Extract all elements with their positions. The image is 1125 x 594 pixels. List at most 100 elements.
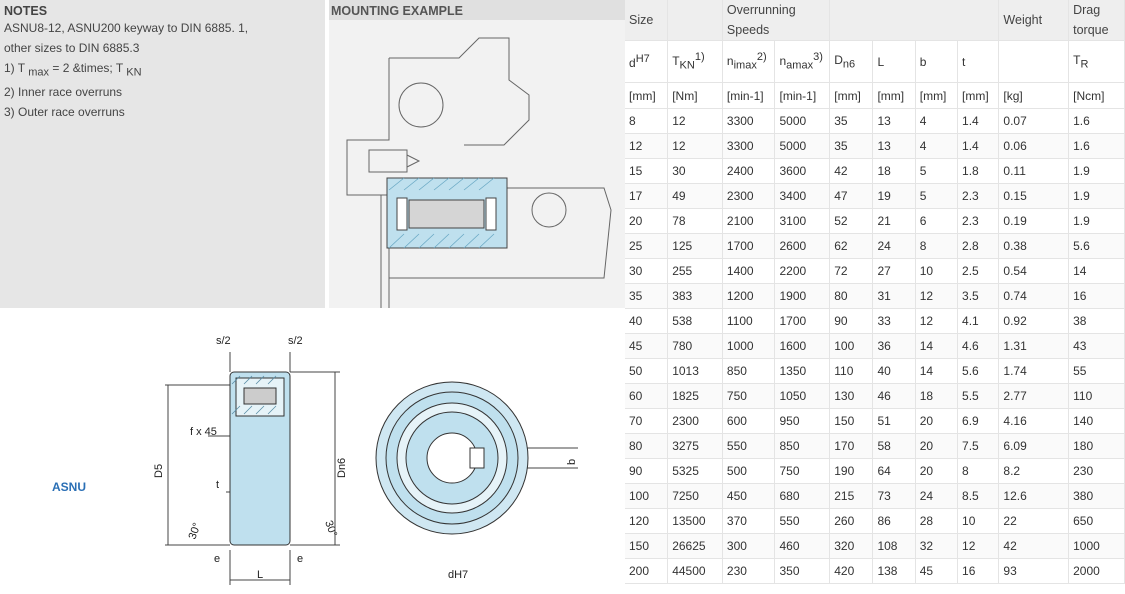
table-cell: 3300 — [722, 108, 776, 134]
unit-cell: [min-1] — [722, 82, 776, 109]
table-cell: 5.5 — [957, 383, 1000, 409]
table-cell: 3400 — [774, 183, 831, 209]
table-cell: 2000 — [1068, 558, 1125, 584]
table-cell: 230 — [1068, 458, 1125, 484]
table-cell: 550 — [774, 508, 831, 534]
table-cell: 12 — [915, 283, 959, 309]
table-cell: 1200 — [722, 283, 776, 309]
L-label: L — [257, 569, 263, 581]
table-cell: 110 — [829, 358, 874, 384]
table-cell: 12 — [667, 108, 723, 134]
table-cell: 550 — [722, 433, 776, 459]
table-cell: 350 — [774, 558, 831, 584]
table-cell: 50 — [625, 358, 669, 384]
table-cell: 73 — [872, 483, 916, 509]
table-cell: 17 — [625, 183, 669, 209]
table-cell: 4.16 — [998, 408, 1070, 434]
table-cell: 31 — [872, 283, 916, 309]
table-cell: 1.6 — [1068, 133, 1125, 159]
table-cell: 1.6 — [1068, 108, 1125, 134]
table-cell: 0.92 — [998, 308, 1070, 334]
table-cell: 49 — [667, 183, 723, 209]
table-cell: 12 — [915, 308, 959, 334]
table-cell: 5 — [915, 183, 959, 209]
table-cell: 320 — [829, 533, 874, 559]
table-cell: 8 — [915, 233, 959, 259]
table-cell: 1700 — [722, 233, 776, 259]
table-cell: 1.9 — [1068, 158, 1125, 184]
table-cell: 680 — [774, 483, 831, 509]
table-cell: 13500 — [667, 508, 723, 534]
unit-cell: [Ncm] — [1068, 82, 1125, 109]
table-cell: 43 — [1068, 333, 1125, 359]
table-cell: 15 — [625, 158, 669, 184]
table-cell: 2300 — [722, 183, 776, 209]
table-cell: 3275 — [667, 433, 723, 459]
table-row: 8 12 3300 5000 35 13 4 1.4 0.07 1.6 — [625, 108, 1125, 134]
table-cell: 20 — [915, 408, 959, 434]
table-cell: 1013 — [667, 358, 723, 384]
note1-sub-max: max — [28, 66, 50, 79]
table-cell: 170 — [829, 433, 874, 459]
table-cell: 24 — [872, 233, 916, 259]
table-cell: 460 — [774, 533, 831, 559]
table-cell: 1.74 — [998, 358, 1070, 384]
col-weight-header: Weight — [998, 0, 1070, 41]
table-cell: 80 — [625, 433, 669, 459]
table-cell: 750 — [722, 383, 776, 409]
table-cell: 1600 — [774, 333, 831, 359]
table-cell: 93 — [998, 558, 1070, 584]
table-cell: 35 — [829, 133, 874, 159]
unit-cell: [kg] — [998, 82, 1070, 109]
table-cell: 383 — [667, 283, 723, 309]
table-cell: 35 — [829, 108, 874, 134]
table-row: 40 538 1100 1700 90 33 12 4.1 0.92 38 — [625, 308, 1125, 334]
table-cell: 13 — [872, 108, 916, 134]
table-cell: 1.4 — [957, 133, 1000, 159]
table-cell: 260 — [829, 508, 874, 534]
col-b: b — [915, 40, 959, 83]
unit-cell: [mm] — [915, 82, 959, 109]
table-cell: 6.09 — [998, 433, 1070, 459]
s2-right-label: s/2 — [288, 335, 303, 347]
unit-cell: [mm] — [872, 82, 916, 109]
col-tr: TR — [1068, 40, 1125, 83]
table-cell: 3100 — [774, 208, 831, 234]
mounting-drawing — [346, 37, 612, 308]
table-cell: 130 — [829, 383, 874, 409]
table-cell: 120 — [625, 508, 669, 534]
table-row: 30 255 1400 2200 72 27 10 2.5 0.54 14 — [625, 258, 1125, 284]
table-cell: 5325 — [667, 458, 723, 484]
table-cell: 1050 — [774, 383, 831, 409]
table-cell: 60 — [625, 383, 669, 409]
table-cell: 4 — [915, 108, 959, 134]
table-cell: 230 — [722, 558, 776, 584]
table-cell: 58 — [872, 433, 916, 459]
table-cell: 1900 — [774, 283, 831, 309]
table-cell: 5000 — [774, 133, 831, 159]
table-cell: 0.74 — [998, 283, 1070, 309]
table-cell: 70 — [625, 408, 669, 434]
table-cell: 12 — [667, 133, 723, 159]
table-cell: 125 — [667, 233, 723, 259]
table-cell: 78 — [667, 208, 723, 234]
table-cell: 0.19 — [998, 208, 1070, 234]
table-cell: 6 — [915, 208, 959, 234]
table-cell: 46 — [872, 383, 916, 409]
e-right-label: e — [297, 553, 303, 565]
table-cell: 18 — [915, 383, 959, 409]
notes-line-4: 2) Inner race overruns — [4, 85, 123, 100]
table-cell: 1.31 — [998, 333, 1070, 359]
table-cell: 27 — [872, 258, 916, 284]
table-row: 17 49 2300 3400 47 19 5 2.3 0.15 1.9 — [625, 183, 1125, 209]
table-cell: 1.8 — [957, 158, 1000, 184]
table-cell: 2200 — [774, 258, 831, 284]
note1-sub-kn: KN — [126, 66, 142, 79]
angle-right-label: 30° — [322, 519, 339, 539]
table-cell: 13 — [872, 133, 916, 159]
spec-table: Size Overrunning Speeds Weight Drag torq… — [625, 0, 1125, 584]
table-cell: 4.6 — [957, 333, 1000, 359]
table-cell: 32 — [915, 533, 959, 559]
table-cell: 42 — [998, 533, 1070, 559]
table-cell: 600 — [722, 408, 776, 434]
